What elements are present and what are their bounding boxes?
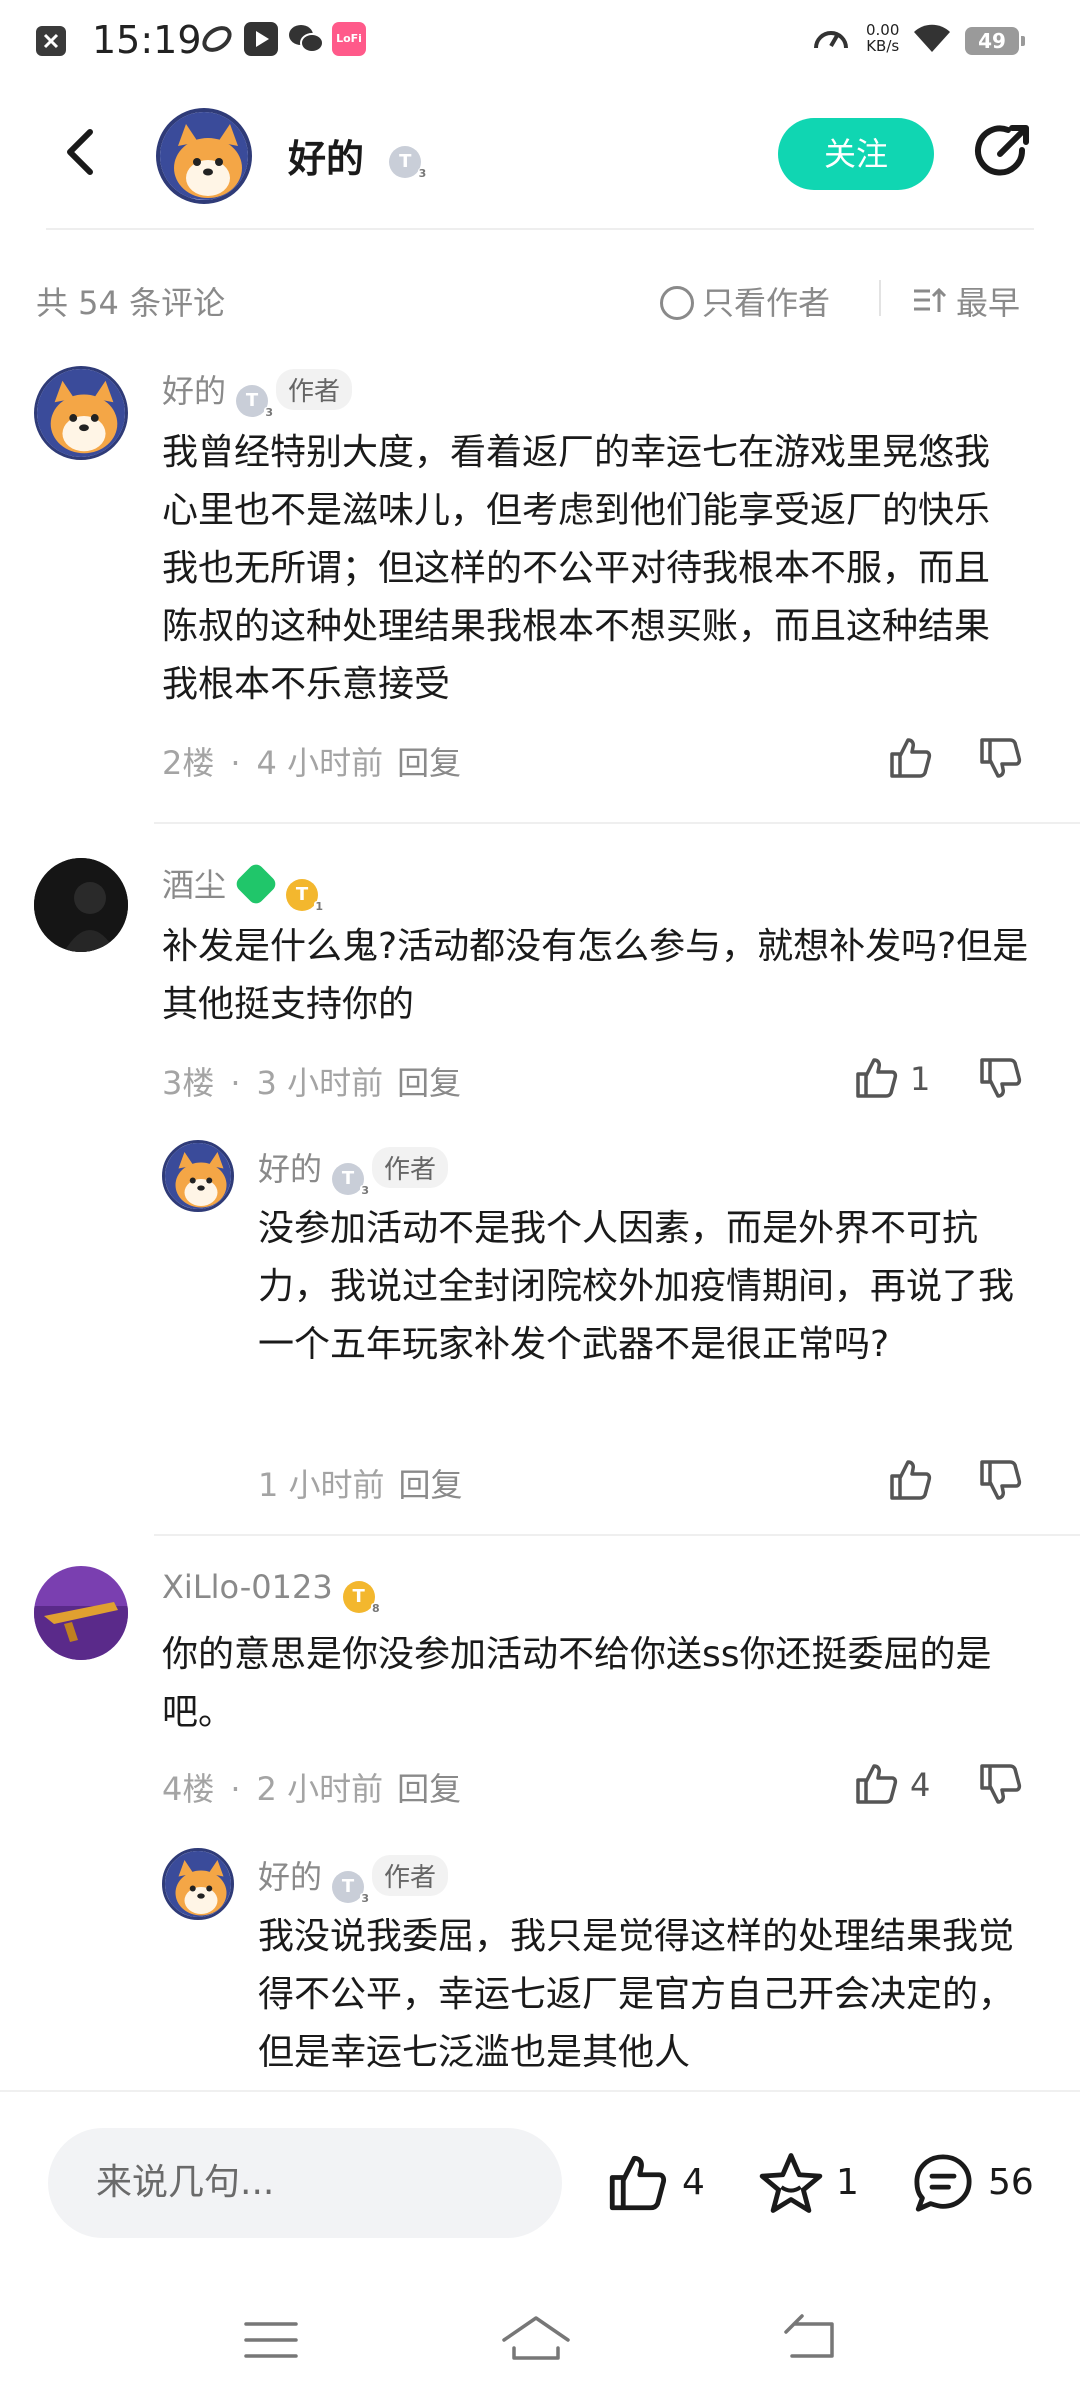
wifi-icon <box>912 22 952 56</box>
follow-button[interactable]: 关注 <box>778 118 934 190</box>
like-button[interactable]: 1 <box>852 1054 952 1104</box>
comment-text: 你的意思是你没参加活动不给你送ss你还挺委屈的是吧。 <box>162 1634 992 1733</box>
comment-username[interactable]: 酒尘 T 1 <box>162 860 325 913</box>
comments-button[interactable]: 56 <box>910 2150 1040 2220</box>
level-badge: T3 <box>236 385 275 419</box>
thumbs-down-icon <box>980 1460 1022 1500</box>
dislike-button[interactable] <box>976 1760 1026 1810</box>
thumbs-up-icon <box>890 738 932 778</box>
thumbs-down-icon <box>980 1058 1022 1098</box>
close-notification-icon <box>36 26 66 56</box>
divider <box>879 280 881 316</box>
dislike-button[interactable] <box>976 1054 1026 1104</box>
author-tag: 作者 <box>372 1147 449 1188</box>
header-divider <box>46 228 1034 230</box>
star-icon <box>759 2153 823 2213</box>
speedometer-icon <box>812 22 848 56</box>
like-button[interactable] <box>886 1456 934 1506</box>
dislike-button[interactable] <box>976 734 1026 784</box>
reply-button[interactable]: 回复 <box>397 744 461 782</box>
comment-text: 我曾经特别大度，看着返厂的幸运七在游戏里晃悠我心里也不是滋味儿，但考虑到他们能享… <box>162 432 991 705</box>
comment-count: 共 54 条评论 <box>36 284 226 322</box>
author-name[interactable]: 好的 T3 <box>288 128 428 183</box>
comment-text: 补发是什么鬼?活动都没有怎么参与，就想补发吗?但是其他挺支持你的 <box>162 926 1029 1025</box>
status-time: 15:19 <box>92 18 202 62</box>
reply-button[interactable]: 回复 <box>397 1770 461 1808</box>
like-button[interactable]: 4 <box>852 1760 952 1810</box>
avatar[interactable] <box>34 1566 128 1660</box>
avatar[interactable] <box>34 366 128 460</box>
status-bar: 15:19 LoFi 0.00 KB/s 49 <box>0 0 1080 80</box>
video-icon <box>244 22 278 56</box>
network-speed: 0.00 KB/s <box>866 21 900 55</box>
level-badge: T8 <box>342 1581 381 1615</box>
only-author-toggle[interactable]: 只看作者 <box>660 278 830 324</box>
lofi-app-icon: LoFi <box>332 22 366 56</box>
level-badge: T3 <box>389 145 428 180</box>
thumbs-down-icon <box>980 738 1022 778</box>
reply-meta: 1 小时前 回复 <box>258 1466 463 1504</box>
comment-item: 酒尘 T 1 补发是什么鬼?活动都没有怎么参与，就想补发吗?但是其他挺支持你的 3楼… <box>0 850 1080 1530</box>
dislike-button[interactable] <box>976 1456 1026 1506</box>
avatar[interactable] <box>162 1140 234 1212</box>
reply-text: 我没说我委屈，我只是觉得这样的处理结果我觉得不公平，幸运七返厂是官方自己开会决定… <box>258 1916 1015 2073</box>
back-nav-icon[interactable] <box>774 2310 844 2370</box>
comments-bar: 共 54 条评论 只看作者 最早 <box>0 270 1080 330</box>
back-button[interactable] <box>52 122 112 182</box>
share-icon[interactable] <box>970 120 1034 184</box>
author-tag: 作者 <box>372 1855 449 1896</box>
sort-toggle[interactable]: 最早 <box>912 278 1020 324</box>
sort-icon <box>914 287 947 312</box>
bottom-action-bar: 来说几句... 4 1 56 <box>0 2090 1080 2250</box>
favorite-button[interactable]: 1 <box>758 2150 868 2220</box>
comment-divider <box>154 822 1080 824</box>
comment-meta: 2楼 · 4 小时前 回复 <box>162 744 462 782</box>
thumbs-up-icon <box>856 1764 898 1804</box>
app-icon <box>200 22 234 56</box>
comment-item: XiLlo-0123 T 8 你的意思是你没参加活动不给你送ss你还挺委屈的是吧。 … <box>0 1560 1080 2090</box>
author-avatar[interactable] <box>156 108 252 204</box>
level-badge: T1 <box>286 879 325 913</box>
thumbs-up-icon <box>856 1058 898 1098</box>
level-badge: T3 <box>332 1871 371 1905</box>
comment-input[interactable]: 来说几句... <box>48 2128 562 2238</box>
comment-bubble-icon <box>914 2154 972 2212</box>
thumbs-up-icon <box>609 2155 667 2211</box>
radio-circle-icon <box>660 286 694 320</box>
post-header: 好的 T3 关注 <box>0 100 1080 230</box>
reply-username[interactable]: 好的 T 3 作者 <box>258 1852 449 1905</box>
thumbs-down-icon <box>980 1764 1022 1804</box>
comment-username[interactable]: XiLlo-0123 T 8 <box>162 1568 381 1615</box>
reply-username[interactable]: 好的 T 3 作者 <box>258 1144 449 1197</box>
author-tag: 作者 <box>276 369 353 410</box>
reply-button[interactable]: 回复 <box>397 1064 461 1102</box>
reply-button[interactable]: 回复 <box>399 1466 463 1504</box>
system-nav-bar <box>0 2290 1080 2400</box>
post-like-button[interactable]: 4 <box>604 2150 714 2220</box>
like-button[interactable] <box>886 734 934 784</box>
avatar[interactable] <box>162 1848 234 1920</box>
comment-meta: 4楼 · 2 小时前 回复 <box>162 1770 462 1808</box>
comment-divider <box>154 1534 1080 1536</box>
level-badge: T3 <box>332 1163 371 1197</box>
comment-username[interactable]: 好的 T 3 作者 <box>162 366 353 419</box>
home-nav-icon[interactable] <box>496 2310 576 2370</box>
comment-meta: 3楼 · 3 小时前 回复 <box>162 1064 462 1102</box>
reply-text: 没参加活动不是我个人因素，而是外界不可抗力，我说过全封闭院校外加疫情期间，再说了… <box>258 1208 1015 1365</box>
thumbs-up-icon <box>890 1460 932 1500</box>
comment-item: 好的 T 3 作者 我曾经特别大度，看着返厂的幸运七在游戏里晃悠我心里也不是滋味儿，但… <box>0 360 1080 830</box>
verified-badge-icon <box>233 861 279 907</box>
battery-indicator: 49 <box>965 27 1025 55</box>
avatar[interactable] <box>34 858 128 952</box>
menu-nav-icon[interactable] <box>236 2310 306 2370</box>
wechat-icon <box>288 22 324 56</box>
